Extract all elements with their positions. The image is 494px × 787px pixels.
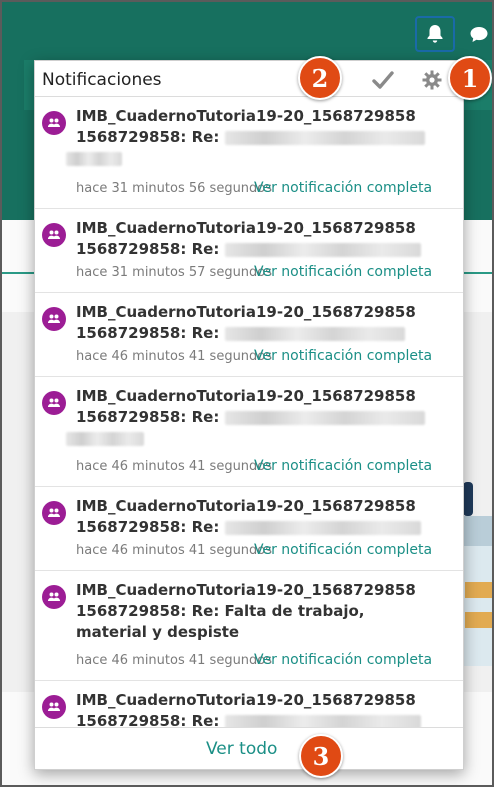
notification-subject: IMB_CuadernoTutoria19-20_1568729858 1568…: [76, 496, 456, 538]
subject-line: IMB_CuadernoTutoria19-20_1568729858: [76, 303, 416, 321]
subject-line: material y despiste: [76, 623, 240, 641]
subject-line: 1568729858: Re: Falta de trabajo,: [76, 602, 365, 620]
notification-subject: IMB_CuadernoTutoria19-20_1568729858 1568…: [76, 218, 456, 260]
notification-subject: IMB_CuadernoTutoria19-20_1568729858 1568…: [66, 386, 456, 449]
redacted-text: [66, 431, 144, 446]
forum-icon: [42, 501, 66, 525]
subject-line: 1568729858: Re:: [76, 324, 220, 342]
subject-line: IMB_CuadernoTutoria19-20_1568729858: [76, 581, 416, 599]
screenshot-frame: Notificaciones IMB_CuadernoTutoria19-20_…: [0, 0, 494, 787]
forum-icon: [42, 111, 66, 135]
notification-item[interactable]: IMB_CuadernoTutoria19-20_1568729858 1568…: [35, 377, 463, 487]
notification-list: IMB_CuadernoTutoria19-20_1568729858 1568…: [35, 97, 463, 727]
check-icon: [372, 71, 394, 89]
redacted-text: [224, 410, 425, 425]
notification-item[interactable]: IMB_CuadernoTutoria19-20_1568729858 1568…: [35, 681, 463, 727]
notification-time: hace 46 minutos 41 segundos: [76, 459, 273, 474]
view-full-notification-link[interactable]: Ver notificación completa: [254, 264, 432, 280]
redacted-text: [66, 151, 122, 166]
subject-line: IMB_CuadernoTutoria19-20_1568729858: [76, 107, 416, 125]
redacted-text: [224, 242, 421, 257]
view-full-notification-link[interactable]: Ver notificación completa: [254, 348, 432, 364]
mark-all-read-button[interactable]: [370, 67, 396, 93]
notification-settings-button[interactable]: [419, 67, 445, 93]
subject-line: 1568729858: Re:: [76, 518, 220, 536]
subject-line: 1568729858: Re:: [76, 240, 220, 258]
subject-line: 1568729858: Re:: [76, 408, 220, 426]
notification-subject: IMB_CuadernoTutoria19-20_1568729858 1568…: [66, 106, 456, 169]
notification-subject: IMB_CuadernoTutoria19-20_1568729858 1568…: [76, 690, 456, 727]
forum-icon: [42, 223, 66, 247]
popover-footer: Ver todo: [35, 727, 463, 769]
notification-item[interactable]: IMB_CuadernoTutoria19-20_1568729858 1568…: [35, 97, 463, 209]
gear-icon: [422, 70, 442, 90]
callout-badge-1: 1: [448, 56, 492, 100]
forum-icon: [42, 585, 66, 609]
subject-line: IMB_CuadernoTutoria19-20_1568729858: [76, 387, 416, 405]
redacted-text: [224, 520, 421, 535]
subject-line: IMB_CuadernoTutoria19-20_1568729858: [76, 497, 416, 515]
notification-time: hace 31 minutos 56 segundos: [76, 181, 273, 196]
notification-time: hace 46 minutos 41 segundos: [76, 653, 273, 668]
chat-icon: [470, 27, 488, 42]
notification-time: hace 46 minutos 41 segundos: [76, 543, 273, 558]
see-all-link[interactable]: Ver todo: [206, 739, 277, 759]
forum-icon: [42, 695, 66, 719]
messages-button[interactable]: [464, 16, 492, 52]
notification-item[interactable]: IMB_CuadernoTutoria19-20_1568729858 1568…: [35, 209, 463, 293]
view-full-notification-link[interactable]: Ver notificación completa: [254, 458, 432, 474]
notification-item[interactable]: IMB_CuadernoTutoria19-20_1568729858 1568…: [35, 487, 463, 571]
notification-subject: IMB_CuadernoTutoria19-20_1568729858 1568…: [76, 580, 456, 643]
redacted-text: [224, 130, 425, 145]
notifications-popover: Notificaciones IMB_CuadernoTutoria19-20_…: [34, 60, 464, 770]
callout-badge-2: 2: [298, 56, 342, 100]
redacted-text: [224, 326, 405, 341]
subject-line: 1568729858: Re:: [76, 128, 220, 146]
popover-header: Notificaciones: [35, 61, 463, 97]
notification-time: hace 31 minutos 57 segundos: [76, 265, 273, 280]
view-full-notification-link[interactable]: Ver notificación completa: [254, 542, 432, 558]
callout-badge-3: 3: [299, 734, 343, 778]
notification-subject: IMB_CuadernoTutoria19-20_1568729858 1568…: [76, 302, 456, 344]
notifications-button[interactable]: [415, 16, 455, 52]
subject-line: 1568729858: Re:: [76, 712, 220, 727]
bell-icon: [427, 25, 443, 43]
popover-title: Notificaciones: [42, 70, 162, 90]
notification-item[interactable]: IMB_CuadernoTutoria19-20_1568729858 1568…: [35, 293, 463, 377]
forum-icon: [42, 391, 66, 415]
subject-line: IMB_CuadernoTutoria19-20_1568729858: [76, 219, 416, 237]
view-full-notification-link[interactable]: Ver notificación completa: [254, 652, 432, 668]
notification-item[interactable]: IMB_CuadernoTutoria19-20_1568729858 1568…: [35, 571, 463, 681]
forum-icon: [42, 307, 66, 331]
redacted-text: [224, 714, 421, 727]
notification-time: hace 46 minutos 41 segundos: [76, 349, 273, 364]
view-full-notification-link[interactable]: Ver notificación completa: [254, 180, 432, 196]
subject-line: IMB_CuadernoTutoria19-20_1568729858: [76, 691, 416, 709]
